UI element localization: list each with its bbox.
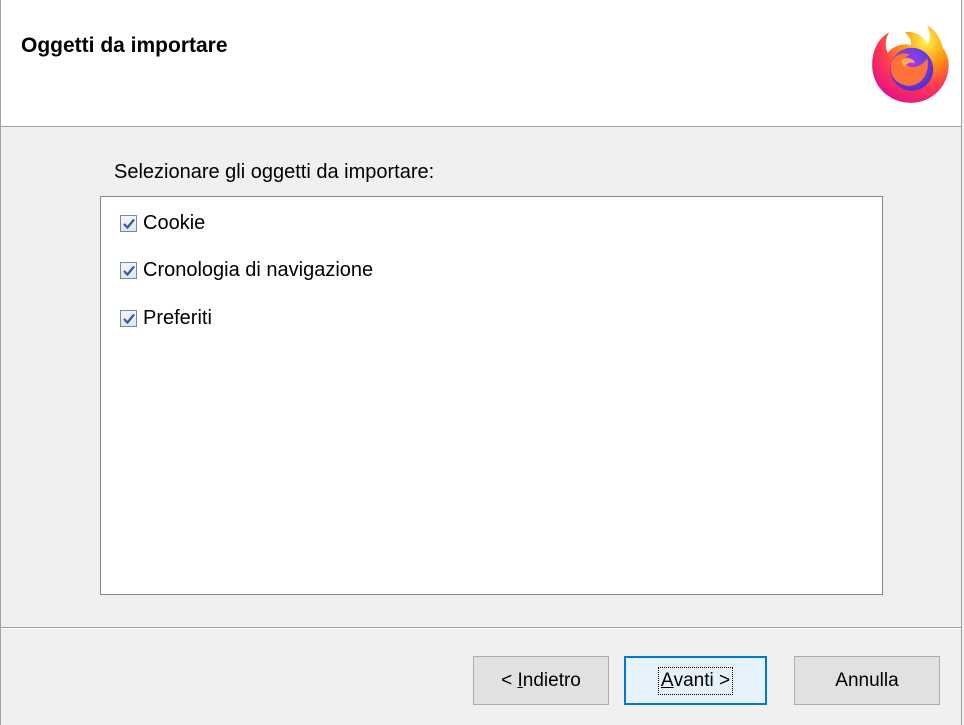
list-item-label: Cookie xyxy=(143,211,206,234)
firefox-logo-icon xyxy=(872,25,949,103)
wizard-header: Oggetti da importare xyxy=(1,0,961,127)
import-items-list[interactable]: Cookie Cronologia di navigazione Preferi… xyxy=(100,196,883,595)
back-button[interactable]: < Indietro xyxy=(473,656,609,705)
back-button-label: < Indietro xyxy=(501,670,581,692)
import-wizard-dialog: Oggetti da importare Selezionare gli ogg… xyxy=(0,0,962,725)
select-items-prompt: Selezionare gli oggetti da importare: xyxy=(114,161,435,183)
next-mnemonic: A xyxy=(660,669,674,691)
footer-divider xyxy=(1,627,961,629)
list-item-favorites[interactable]: Preferiti xyxy=(120,303,212,333)
next-rest: vanti > xyxy=(673,669,731,691)
cookie-checkbox[interactable] xyxy=(120,214,137,232)
next-button-label: Avanti > xyxy=(657,666,734,695)
checkmark-icon xyxy=(122,313,135,324)
cancel-button[interactable]: Annulla xyxy=(794,656,940,705)
checkmark-icon xyxy=(122,218,135,229)
list-item-cookie[interactable]: Cookie xyxy=(120,208,205,238)
favorites-checkbox[interactable] xyxy=(120,309,137,327)
next-button[interactable]: Avanti > xyxy=(624,656,767,705)
page-title: Oggetti da importare xyxy=(21,34,228,57)
checkmark-icon xyxy=(122,265,135,276)
history-checkbox[interactable] xyxy=(120,261,137,279)
list-item-label: Cronologia di navigazione xyxy=(143,258,374,281)
list-item-history[interactable]: Cronologia di navigazione xyxy=(120,255,373,285)
list-item-label: Preferiti xyxy=(143,306,212,329)
back-rest: ndietro xyxy=(522,669,581,691)
back-prefix: < xyxy=(501,669,518,691)
